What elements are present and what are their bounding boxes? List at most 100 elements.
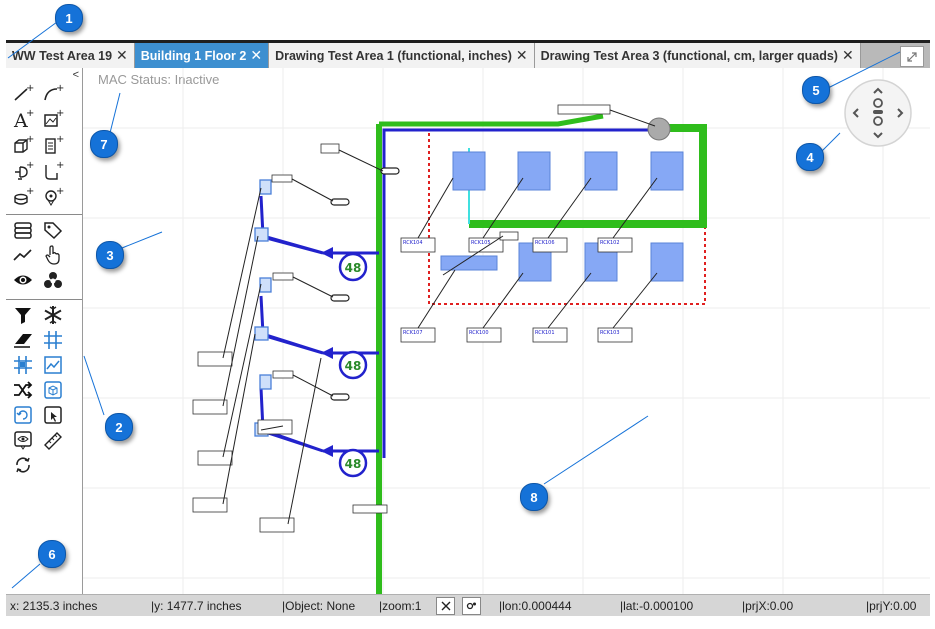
expand-button[interactable] [900, 46, 924, 67]
outlet-icon[interactable] [330, 198, 350, 206]
sync-icon[interactable] [10, 454, 36, 476]
tab-building-1-floor-2[interactable]: Building 1 Floor 2 ✕ [134, 43, 270, 68]
x-coordinate: x: 2135.3 inches [10, 599, 98, 613]
tab-label: Drawing Test Area 1 (functional, inches) [275, 48, 512, 63]
close-icon[interactable]: ✕ [516, 47, 528, 64]
rack-label: RCK101 [535, 330, 555, 336]
rack-label: RCK103 [600, 330, 620, 336]
add-cylinder-icon[interactable]: + [10, 186, 36, 208]
layers-icon[interactable] [10, 219, 36, 241]
add-location-icon[interactable]: + [40, 186, 66, 208]
fit-zoom-button[interactable] [436, 597, 455, 615]
device-icon[interactable] [254, 326, 269, 341]
outlet-icon[interactable] [380, 167, 400, 175]
filter-icon[interactable] [10, 304, 36, 326]
rack[interactable] [452, 151, 486, 191]
rack-label: RCK106 [535, 240, 555, 246]
snap-grid-icon[interactable] [10, 354, 36, 376]
callout-4: 4 [796, 143, 824, 171]
close-icon[interactable]: ✕ [842, 47, 854, 64]
add-image-icon[interactable]: + [40, 108, 66, 130]
callout-6: 6 [38, 540, 66, 568]
outlet-icon[interactable] [330, 294, 350, 302]
svg-text:+: + [26, 160, 34, 171]
eraser-icon[interactable] [10, 329, 36, 351]
callout-7: 7 [90, 130, 118, 158]
chart-image-icon[interactable] [40, 354, 66, 376]
zoom-level: |zoom:1 [379, 599, 422, 613]
callout-8: 8 [520, 483, 548, 511]
biohazard-icon[interactable] [40, 269, 66, 291]
selected-object: |Object: None [282, 599, 356, 613]
rack[interactable] [517, 151, 551, 191]
eye-icon[interactable] [10, 269, 36, 291]
trend-icon[interactable] [10, 244, 36, 266]
latitude: |lat:-0.000100 [620, 599, 694, 613]
close-icon[interactable]: ✕ [116, 47, 128, 64]
longitude: |lon:0.000444 [499, 599, 572, 613]
cable-spool[interactable] [647, 117, 671, 141]
rack-label: RCK100 [469, 330, 489, 336]
grid-icon[interactable] [40, 329, 66, 351]
svg-text:+: + [26, 108, 34, 119]
gear-icon [466, 602, 476, 610]
svg-text:+: + [26, 83, 34, 94]
svg-text:+: + [56, 186, 64, 197]
svg-text:+: + [56, 160, 64, 171]
tab-drawing-test-area-1[interactable]: Drawing Test Area 1 (functional, inches)… [269, 43, 535, 68]
snowflake-icon[interactable] [40, 304, 66, 326]
rack-label: RCK104 [403, 240, 423, 246]
add-box-icon[interactable]: + [10, 134, 36, 156]
callout-3: 3 [96, 241, 124, 269]
device-icon[interactable] [259, 179, 272, 195]
select-box-icon[interactable] [40, 404, 66, 426]
tag-icon[interactable] [40, 219, 66, 241]
callout-1: 1 [55, 4, 83, 32]
add-text-icon[interactable]: A + [10, 108, 36, 130]
drawing-toolbar: < + + A + + + + + + + + [6, 68, 83, 594]
draw-arc-icon[interactable]: + [40, 82, 66, 104]
rack[interactable] [650, 151, 684, 191]
pointer-hand-icon[interactable] [40, 244, 66, 266]
close-icon[interactable]: ✕ [250, 47, 262, 64]
cube-icon[interactable] [40, 379, 66, 401]
status-bar: x: 2135.3 inches |y: 1477.7 inches |Obje… [6, 594, 930, 616]
callout-2: 2 [105, 413, 133, 441]
add-connector-icon[interactable]: + [10, 160, 36, 182]
add-cable-path-icon[interactable]: + [40, 160, 66, 182]
tab-label: Building 1 Floor 2 [140, 48, 247, 63]
rack[interactable] [584, 151, 618, 191]
device-icon[interactable] [259, 374, 272, 390]
tab-label: Drawing Test Area 3 (functional, cm, lar… [540, 48, 838, 63]
view-box-icon[interactable] [10, 429, 36, 451]
callout-5: 5 [802, 76, 830, 104]
zoom-settings-button[interactable] [462, 597, 481, 615]
fit-icon [441, 601, 450, 611]
projected-x: |prjX:0.00 [742, 599, 794, 613]
outlet-icon[interactable] [330, 393, 350, 401]
svg-text:+: + [26, 134, 34, 145]
tab-ww-test-area-19[interactable]: WW Test Area 19 ✕ [6, 43, 135, 68]
tab-bar: WW Test Area 19 ✕ Building 1 Floor 2 ✕ D… [6, 40, 930, 68]
draw-line-icon[interactable]: + [10, 82, 36, 104]
add-rack-icon[interactable]: + [40, 134, 66, 156]
shuffle-icon[interactable] [10, 379, 36, 401]
svg-text:+: + [56, 108, 64, 119]
rack-label: RCK102 [600, 240, 620, 246]
device-icon[interactable] [259, 277, 272, 293]
svg-text:+: + [56, 134, 64, 145]
pan-navigation-control[interactable] [843, 78, 913, 148]
svg-text:+: + [56, 83, 64, 94]
refresh-box-icon[interactable] [10, 404, 36, 426]
port-count-label: 48 [345, 359, 362, 373]
tab-drawing-test-area-3[interactable]: Drawing Test Area 3 (functional, cm, lar… [534, 43, 861, 68]
port-count-label: 48 [345, 457, 362, 471]
projected-y: |prjY:0.00 [866, 599, 917, 613]
y-coordinate: |y: 1477.7 inches [151, 599, 242, 613]
svg-text:+: + [26, 186, 34, 197]
port-count-label: 48 [345, 261, 362, 275]
rack-label: RCK105 [471, 240, 491, 246]
tab-label: WW Test Area 19 [12, 48, 113, 63]
collapse-toolbar-button[interactable]: < [73, 69, 79, 81]
ruler-icon[interactable] [40, 429, 66, 451]
